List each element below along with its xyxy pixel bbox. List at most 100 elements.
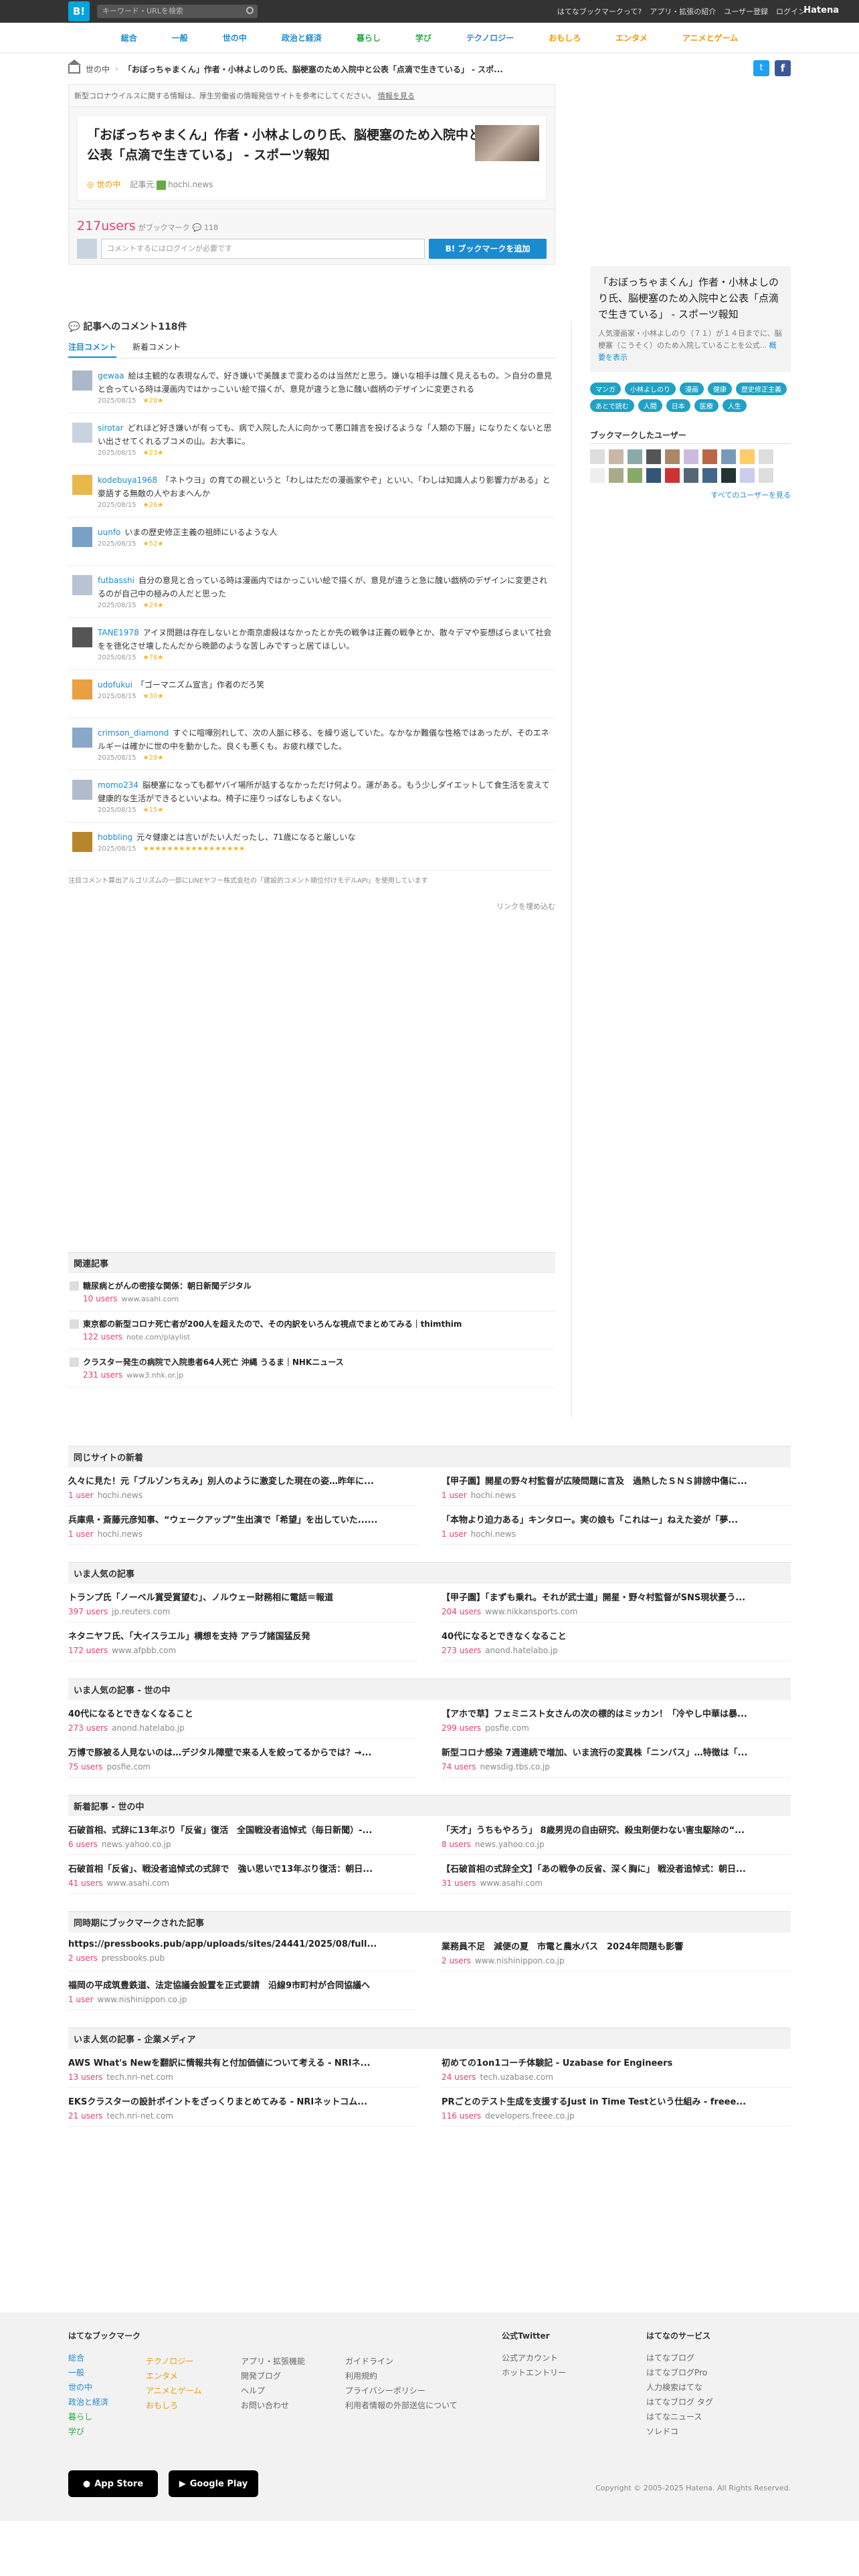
article-users[interactable]: 273 users bbox=[68, 1723, 108, 1733]
article-users[interactable]: 2 users bbox=[442, 1956, 471, 1965]
article-site[interactable]: posfie.com bbox=[485, 1723, 529, 1733]
comment-date[interactable]: 2025/08/15 bbox=[98, 807, 136, 814]
article-site[interactable]: www.afpbb.com bbox=[112, 1646, 176, 1655]
article-users[interactable]: 75 users bbox=[68, 1762, 103, 1772]
footer-link[interactable]: 一般 bbox=[68, 2365, 140, 2380]
article-site[interactable]: www.nishinippon.co.jp bbox=[98, 1995, 187, 2004]
star-count[interactable]: ★23★ bbox=[143, 449, 164, 457]
related-users[interactable]: 231 users bbox=[83, 1370, 122, 1380]
article-title[interactable]: 【甲子園】「まずも乗れ。それが武士道」開星・野々村監督がSNS現状憂う... bbox=[442, 1590, 791, 1603]
article-item[interactable]: 【甲子園】開星の野々村監督が広陵問題に言及 過熱したＳＮＳ誹謗中傷に... 1 u… bbox=[442, 1467, 791, 1506]
footer-link[interactable]: 人力検索はてな bbox=[646, 2380, 713, 2395]
comment-date[interactable]: 2025/08/15 bbox=[98, 502, 136, 509]
footer-link[interactable]: 政治と経済 bbox=[68, 2395, 140, 2409]
article-site[interactable]: news.yahoo.co.jp bbox=[475, 1840, 545, 1849]
article-site[interactable]: www.nishinippon.co.jp bbox=[475, 1956, 565, 1965]
footer-link[interactable]: はてなブログPro bbox=[646, 2365, 713, 2380]
related-title[interactable]: クラスター発生の病院で入院患者64人死亡 沖縄 うるま｜NHKニュース bbox=[83, 1356, 553, 1368]
nav-item[interactable]: 一般 bbox=[155, 23, 205, 53]
user-avatar[interactable] bbox=[646, 449, 661, 464]
comment-date[interactable]: 2025/08/15 bbox=[98, 754, 136, 762]
user-avatar[interactable] bbox=[72, 627, 92, 647]
tag[interactable]: 人生 bbox=[722, 399, 747, 412]
comment-user[interactable]: momo234 bbox=[98, 780, 138, 790]
user-avatar[interactable] bbox=[759, 449, 773, 464]
article-site[interactable]: hochi.news bbox=[471, 1491, 516, 1500]
article-site[interactable]: tech.uzabase.com bbox=[480, 2072, 553, 2082]
footer-link[interactable]: エンタメ bbox=[146, 2369, 201, 2383]
article-users[interactable]: 1 user bbox=[442, 1491, 467, 1500]
article-title[interactable]: 業務員不足 減便の夏 市電と農水バス 2024年問題も影響 bbox=[442, 1939, 791, 1952]
twitter-share-icon[interactable]: t bbox=[753, 60, 769, 76]
bookmark-users-count[interactable]: 217users bbox=[77, 219, 136, 233]
article-site[interactable]: pressbooks.pub bbox=[102, 1953, 165, 1963]
related-site[interactable]: www.asahi.com bbox=[122, 1295, 179, 1303]
article-title[interactable]: 兵庫県・斎藤元彦知事、“ウェークアップ”生出演で「希望」を出していた...... bbox=[68, 1513, 417, 1525]
comment-user[interactable]: kodebuya1968 bbox=[98, 475, 157, 485]
entry-source[interactable]: hochi.news bbox=[168, 180, 213, 189]
tab-popular-comments[interactable]: 注目コメント bbox=[68, 341, 117, 358]
article-users[interactable]: 172 users bbox=[68, 1646, 108, 1655]
article-users[interactable]: 13 users bbox=[68, 2072, 103, 2082]
entry-title[interactable]: 「おぼっちゃまくん」作者・小林よしのり氏、脳梗塞のため入院中と公表「点滴で生きて… bbox=[87, 125, 488, 165]
tag[interactable]: 日本 bbox=[666, 399, 690, 412]
article-site[interactable]: developers.freee.co.jp bbox=[485, 2111, 575, 2121]
nav-item[interactable]: テクノロジー bbox=[449, 23, 531, 53]
comment-date[interactable]: 2025/08/15 bbox=[98, 540, 136, 548]
search-input[interactable]: キーワード・URLを検索 bbox=[97, 5, 258, 18]
article-title[interactable]: 【石破首相の式辞全文】「あの戦争の反省、深く胸に」 戦没者追悼式：朝日... bbox=[442, 1862, 791, 1874]
comment-user[interactable]: futbasshi bbox=[98, 576, 134, 585]
article-site[interactable]: www.nikkansports.com bbox=[485, 1607, 577, 1616]
nav-item[interactable]: おもしろ bbox=[531, 23, 598, 53]
article-users[interactable]: 2 users bbox=[68, 1953, 98, 1963]
article-title[interactable]: EKSクラスターの設計ポイントをざっくりまとめてみる - NRIネットコム... bbox=[68, 2095, 417, 2107]
article-item[interactable]: 【アホで草】フェミニスト女さんの次の標的はミッカン！「冷やし中華は暴... 299… bbox=[442, 1700, 791, 1739]
article-title[interactable]: 石破首相、式辞に13年ぶり「反省」復活 全国戦没者追悼式（毎日新聞）-... bbox=[68, 1823, 417, 1836]
related-title[interactable]: 糖尿病とがんの密接な関係：朝日新聞デジタル bbox=[83, 1280, 553, 1291]
entry-thumbnail[interactable] bbox=[475, 125, 539, 161]
footer-link[interactable]: 開発ブログ bbox=[241, 2369, 305, 2383]
footer-link[interactable]: アプリ・拡張機能 bbox=[241, 2354, 305, 2369]
article-item[interactable]: 【石破首相の式辞全文】「あの戦争の反省、深く胸に」 戦没者追悼式：朝日... 31… bbox=[442, 1855, 791, 1894]
article-title[interactable]: 【アホで草】フェミニスト女さんの次の標的はミッカン！「冷やし中華は暴... bbox=[442, 1707, 791, 1719]
footer-link[interactable]: おもしろ bbox=[146, 2398, 201, 2413]
star-count[interactable]: ★15★ bbox=[143, 807, 164, 814]
comment-user[interactable]: gewaa bbox=[98, 371, 124, 381]
notice-link[interactable]: 情報を見る bbox=[378, 92, 415, 100]
search-icon[interactable] bbox=[246, 7, 254, 14]
article-title[interactable]: 新型コロナ感染 7週連続で増加、いま流行の変異株「ニンバス」…特徴は「... bbox=[442, 1745, 791, 1758]
comment-date[interactable]: 2025/08/15 bbox=[98, 654, 136, 661]
nav-item[interactable]: 暮らし bbox=[339, 23, 398, 53]
tag[interactable]: あとで読む bbox=[590, 399, 634, 412]
article-item[interactable]: 業務員不足 減便の夏 市電と農水バス 2024年問題も影響 2 users www.… bbox=[442, 1933, 791, 1971]
footer-link[interactable]: 暮らし bbox=[68, 2409, 140, 2424]
footer-link[interactable]: プライバシーポリシー bbox=[345, 2383, 458, 2398]
tag[interactable]: 健康 bbox=[708, 383, 732, 395]
hatena-brand[interactable]: Hatena bbox=[803, 5, 839, 15]
comment-user[interactable]: sirotar bbox=[98, 423, 124, 433]
nav-item[interactable]: アニメとゲーム bbox=[665, 23, 755, 53]
user-avatar[interactable] bbox=[759, 468, 773, 483]
star-count[interactable]: ★26★ bbox=[143, 502, 164, 509]
article-item[interactable]: 「天才」うちもやろう」 8歳男児の自由研究、殺虫剤便わない害虫駆除の“... 8 … bbox=[442, 1816, 791, 1855]
article-item[interactable]: 40代になるとできなくなること 273 users anond.hatelabo.j… bbox=[442, 1622, 791, 1661]
user-avatar[interactable] bbox=[702, 468, 717, 483]
article-site[interactable]: posfie.com bbox=[107, 1762, 151, 1772]
article-title[interactable]: ネタニヤフ氏、「大イスラエル」構想を支持 アラブ諸国猛反発 bbox=[68, 1629, 417, 1642]
user-avatar[interactable] bbox=[590, 468, 605, 483]
star-count[interactable]: ★30★ bbox=[143, 693, 164, 700]
related-item[interactable]: 東京都の新型コロナ死亡者が200人を超えたので、その内訳をいろんな視点でまとめて… bbox=[68, 1311, 555, 1350]
article-site[interactable]: hochi.news bbox=[471, 1529, 516, 1539]
comment-user[interactable]: crimson_diamond bbox=[98, 728, 169, 738]
footer-link[interactable]: お問い合わせ bbox=[241, 2398, 305, 2413]
embed-link[interactable]: リンクを埋め込む bbox=[68, 901, 555, 911]
user-avatar[interactable] bbox=[721, 468, 736, 483]
comment-date[interactable]: 2025/08/15 bbox=[98, 449, 136, 457]
user-avatar[interactable] bbox=[684, 449, 698, 464]
related-item[interactable]: クラスター発生の病院で入院患者64人死亡 沖縄 うるま｜NHKニュース 231 u… bbox=[68, 1350, 555, 1388]
comment-input[interactable]: コメントするにはログインが必要です bbox=[101, 239, 425, 259]
breadcrumb-category[interactable]: 世の中 bbox=[86, 64, 110, 75]
article-users[interactable]: 6 users bbox=[68, 1840, 98, 1849]
star-count[interactable]: ★★★★★★★★★★★★★★★★★ bbox=[143, 845, 245, 853]
hatena-bookmark-logo[interactable]: B! bbox=[68, 1, 90, 21]
